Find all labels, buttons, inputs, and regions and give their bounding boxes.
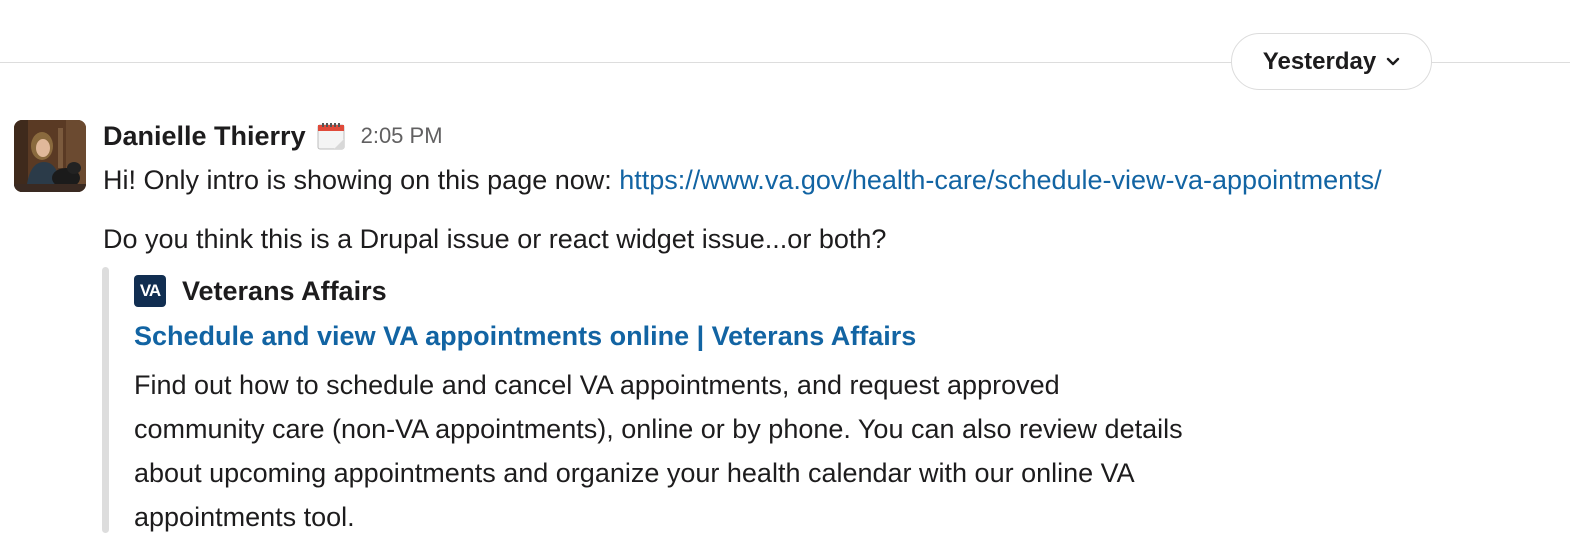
message-timestamp[interactable]: 2:05 PM	[361, 123, 443, 149]
unfurl-source-name: Veterans Affairs	[182, 275, 387, 306]
attachment-bar	[102, 267, 109, 533]
message-text-line-2: Do you think this is a Drupal issue or r…	[103, 224, 887, 254]
sender-name[interactable]: Danielle Thierry	[103, 121, 306, 152]
unfurl-source: VA Veterans Affairs	[134, 272, 387, 310]
date-jump-button[interactable]: Yesterday	[1231, 33, 1432, 90]
message-text-line-1: Hi! Only intro is showing on this page n…	[103, 162, 1382, 198]
unfurl-description-line: about upcoming appointments and organize…	[134, 458, 1135, 488]
unfurl-description-line: community care (non-VA appointments), on…	[134, 414, 1183, 444]
message-header: Danielle Thierry 2:05 PM	[103, 116, 443, 156]
unfurl-description: Find out how to schedule and cancel VA a…	[134, 363, 1304, 539]
date-label: Yesterday	[1262, 47, 1377, 75]
unfurl-description-line: Find out how to schedule and cancel VA a…	[134, 370, 1060, 400]
unfurl-description-line: appointments tool.	[134, 502, 355, 532]
message-text: Hi! Only intro is showing on this page n…	[103, 165, 620, 195]
unfurl-title-link[interactable]: Schedule and view VA appointments online…	[134, 318, 916, 354]
avatar[interactable]	[14, 120, 86, 192]
calendar-icon[interactable]	[316, 121, 346, 151]
va-logo-icon: VA	[134, 275, 166, 307]
message-link[interactable]: https://www.va.gov/health-care/schedule-…	[619, 165, 1381, 195]
chevron-down-icon	[1387, 57, 1400, 65]
